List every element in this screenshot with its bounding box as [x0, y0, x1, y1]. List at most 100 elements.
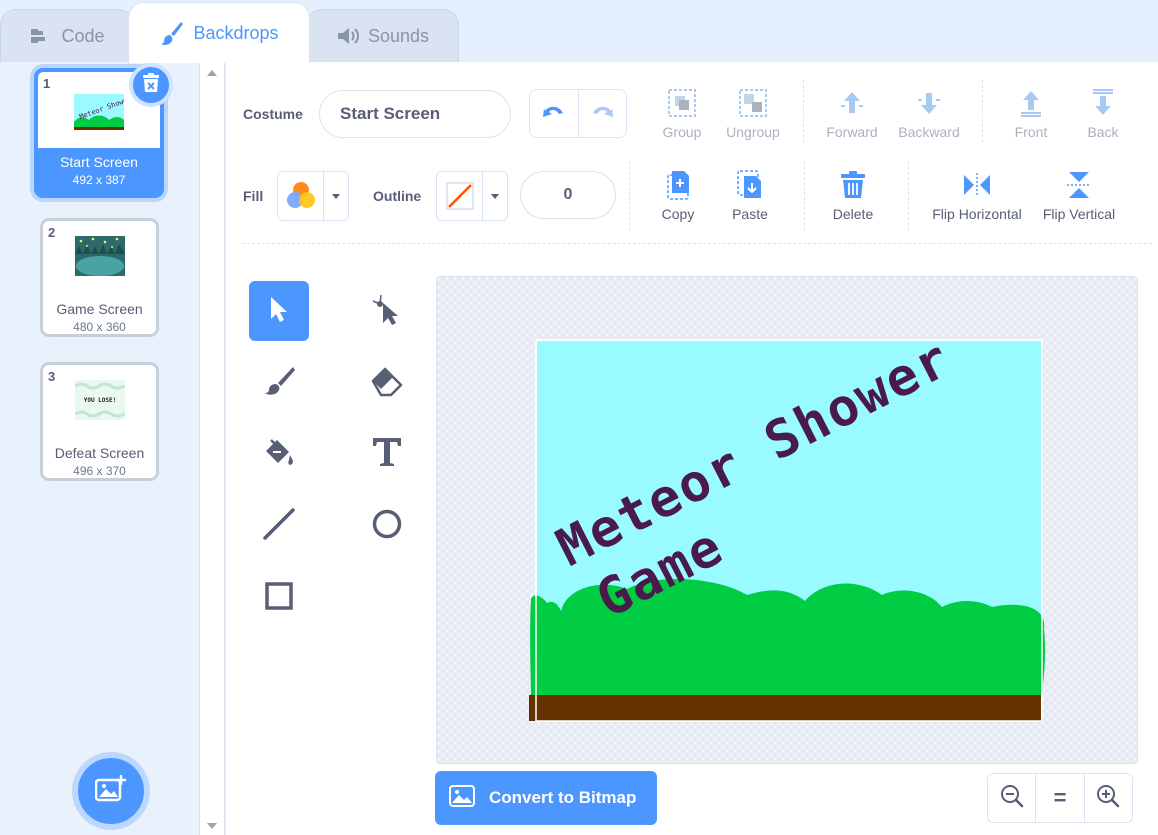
- backward-button[interactable]: Backward: [895, 86, 963, 140]
- paste-label: Paste: [732, 206, 768, 222]
- front-button[interactable]: Front: [1011, 86, 1051, 140]
- redo-button[interactable]: [578, 90, 626, 137]
- add-backdrop-button[interactable]: [72, 752, 150, 830]
- undo-icon: [541, 101, 567, 126]
- select-tool-button[interactable]: [249, 281, 309, 341]
- fill-swatch: [278, 172, 324, 220]
- chevron-down-icon: [483, 172, 507, 220]
- undo-redo-group: [529, 89, 627, 138]
- tab-code[interactable]: Code: [0, 9, 134, 62]
- backward-icon: [914, 86, 944, 120]
- fill-label: Fill: [243, 188, 264, 204]
- tab-label: Backdrops: [193, 22, 279, 43]
- backdrop-item-game-screen[interactable]: 2 Game Screen 480 x 360: [40, 218, 159, 337]
- convert-label: Convert to Bitmap: [489, 788, 637, 807]
- fill-color-picker[interactable]: [277, 171, 349, 221]
- image-icon: [449, 784, 475, 812]
- backdrop-name: Defeat Screen: [54, 445, 145, 461]
- backdrop-thumbnail: YOU LOSE!: [74, 380, 126, 420]
- zoom-controls: =: [987, 773, 1133, 823]
- code-blocks-icon: [29, 26, 53, 46]
- backdrop-list-scrollbar[interactable]: [200, 62, 225, 835]
- backdrop-item-defeat-screen[interactable]: 3 YOU LOSE! Defeat Screen 496 x 370: [40, 362, 159, 481]
- ungroup-label: Ungroup: [726, 124, 780, 140]
- group-icon: [667, 86, 697, 120]
- scroll-up-icon[interactable]: [207, 70, 217, 76]
- paintbrush-icon: [159, 20, 185, 46]
- outline-color-picker[interactable]: [436, 171, 508, 221]
- back-button[interactable]: Back: [1083, 86, 1123, 140]
- separator: [908, 162, 909, 230]
- delete-backdrop-button[interactable]: [129, 63, 173, 107]
- backdrop-index: 2: [48, 225, 56, 240]
- scroll-down-icon[interactable]: [207, 823, 217, 829]
- separator: [803, 80, 804, 142]
- fill-bucket-icon: [261, 434, 297, 475]
- zoom-reset-button[interactable]: =: [1036, 774, 1085, 822]
- reshape-icon: [369, 291, 405, 332]
- fill-tool-button[interactable]: [249, 424, 309, 484]
- text-tool-button[interactable]: [357, 424, 417, 484]
- copy-label: Copy: [661, 206, 695, 222]
- paste-button[interactable]: Paste: [728, 168, 772, 222]
- separator: [982, 80, 983, 142]
- backward-label: Backward: [898, 124, 960, 140]
- undo-button[interactable]: [530, 90, 579, 137]
- backdrop-thumbnail: Meteor Shower Game: [74, 88, 152, 132]
- backdrop-size: 496 x 370: [73, 464, 126, 478]
- add-image-icon: [94, 774, 127, 808]
- flip-vertical-button[interactable]: Flip Vertical: [1038, 168, 1120, 222]
- front-label: Front: [1014, 124, 1048, 140]
- group-label: Group: [662, 124, 702, 140]
- text-icon: [370, 435, 404, 474]
- canvas-drawing[interactable]: Meteor Shower Game: [437, 277, 1138, 764]
- line-icon: [261, 506, 297, 547]
- paint-canvas[interactable]: Meteor Shower Game: [436, 276, 1138, 764]
- flip-horizontal-icon: [961, 168, 993, 202]
- reshape-tool-button[interactable]: [357, 281, 417, 341]
- flip-horizontal-label: Flip Horizontal: [932, 206, 1022, 222]
- line-tool-button[interactable]: [249, 496, 309, 556]
- forward-label: Forward: [826, 124, 878, 140]
- zoom-in-button[interactable]: [1085, 774, 1132, 822]
- tab-backdrops[interactable]: Backdrops: [128, 2, 310, 63]
- zoom-out-icon: [1000, 784, 1024, 813]
- circle-icon: [369, 506, 405, 547]
- rectangle-tool-button[interactable]: [249, 568, 309, 628]
- paste-icon: [736, 168, 764, 202]
- outline-swatch: [437, 172, 483, 220]
- outline-label: Outline: [373, 188, 422, 204]
- backdrop-index: 1: [43, 76, 51, 91]
- costume-label: Costume: [243, 106, 303, 122]
- ungroup-button[interactable]: Ungroup: [722, 86, 784, 140]
- convert-to-bitmap-button[interactable]: Convert to Bitmap: [435, 771, 657, 825]
- costume-name-input[interactable]: [319, 90, 511, 138]
- group-button[interactable]: Group: [655, 86, 709, 140]
- zoom-reset-label: =: [1053, 785, 1067, 810]
- thumbnail-title: YOU LOSE!: [84, 397, 117, 404]
- copy-button[interactable]: Copy: [657, 168, 699, 222]
- copy-icon: [664, 168, 692, 202]
- backdrop-size: 492 x 387: [72, 173, 126, 187]
- brush-icon: [261, 363, 297, 404]
- delete-button[interactable]: Delete: [828, 168, 878, 222]
- flip-horizontal-button[interactable]: Flip Horizontal: [928, 168, 1026, 222]
- back-label: Back: [1087, 124, 1119, 140]
- circle-tool-button[interactable]: [357, 496, 417, 556]
- toolbar-divider: [242, 243, 1152, 244]
- tab-label: Sounds: [367, 25, 430, 46]
- forward-icon: [837, 86, 867, 120]
- ungroup-icon: [738, 86, 768, 120]
- speaker-icon: [336, 26, 360, 46]
- select-arrow-icon: [266, 294, 292, 329]
- forward-button[interactable]: Forward: [822, 86, 882, 140]
- outline-width-input[interactable]: [520, 171, 616, 219]
- tab-label: Code: [61, 25, 105, 46]
- rectangle-icon: [261, 578, 297, 619]
- zoom-out-button[interactable]: [988, 774, 1037, 822]
- delete-label: Delete: [832, 206, 874, 222]
- eraser-tool-button[interactable]: [357, 353, 417, 413]
- tab-sounds[interactable]: Sounds: [306, 9, 459, 62]
- flip-vertical-icon: [1065, 168, 1093, 202]
- brush-tool-button[interactable]: [249, 353, 309, 413]
